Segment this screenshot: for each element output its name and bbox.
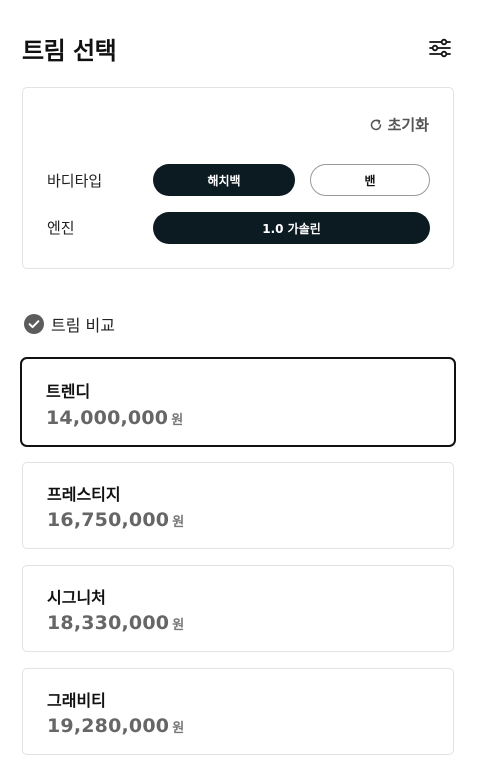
trim-price-row: 14,000,000 원 [46, 407, 183, 429]
trim-name: 그래비티 [47, 691, 106, 710]
trim-price: 16,750,000 [47, 509, 170, 531]
trim-price-row: 16,750,000 원 [47, 509, 184, 531]
option-panel: 초기화 바디타입 해치백 밴 엔진 1.0 가솔린 [22, 87, 454, 269]
engine-label: 엔진 [47, 219, 75, 237]
trim-price: 14,000,000 [46, 407, 169, 429]
engine-gasoline-button[interactable]: 1.0 가솔린 [153, 212, 430, 244]
trim-price: 18,330,000 [47, 612, 170, 634]
trim-price-unit: 원 [172, 618, 185, 633]
trim-price-unit: 원 [172, 721, 185, 736]
body-type-hatchback-button[interactable]: 해치백 [153, 164, 295, 196]
trim-name: 트렌디 [46, 382, 91, 401]
reset-label: 초기화 [387, 116, 429, 134]
sliders-icon [429, 38, 451, 58]
body-type-label: 바디타입 [47, 172, 103, 190]
reset-button[interactable]: 초기화 [369, 114, 429, 135]
header: 트림 선택 [22, 28, 454, 68]
trim-name: 프레스티지 [47, 485, 121, 504]
trim-compare-toggle[interactable]: 트림 비교 [24, 312, 115, 336]
trim-name: 시그니처 [47, 588, 106, 607]
check-circle-icon [24, 314, 44, 334]
trim-selection-page: 트림 선택 초기화 바디타입 해치백 밴 엔진 1.0 가솔린 트림 비교 트렌… [0, 0, 480, 771]
trim-card-trendy[interactable]: 트렌디 14,000,000 원 [20, 357, 456, 447]
trim-compare-label: 트림 비교 [51, 316, 115, 335]
trim-price: 19,280,000 [47, 715, 170, 737]
refresh-icon [370, 118, 381, 130]
trim-card-prestige[interactable]: 프레스티지 16,750,000 원 [22, 462, 454, 549]
trim-card-signature[interactable]: 시그니처 18,330,000 원 [22, 565, 454, 652]
filter-button[interactable] [426, 34, 454, 62]
trim-price-unit: 원 [172, 515, 185, 530]
trim-price-unit: 원 [171, 413, 184, 428]
body-type-van-button[interactable]: 밴 [310, 164, 430, 196]
trim-card-gravity[interactable]: 그래비티 19,280,000 원 [22, 668, 454, 755]
trim-price-row: 19,280,000 원 [47, 715, 184, 737]
page-title: 트림 선택 [22, 36, 117, 65]
trim-price-row: 18,330,000 원 [47, 612, 184, 634]
